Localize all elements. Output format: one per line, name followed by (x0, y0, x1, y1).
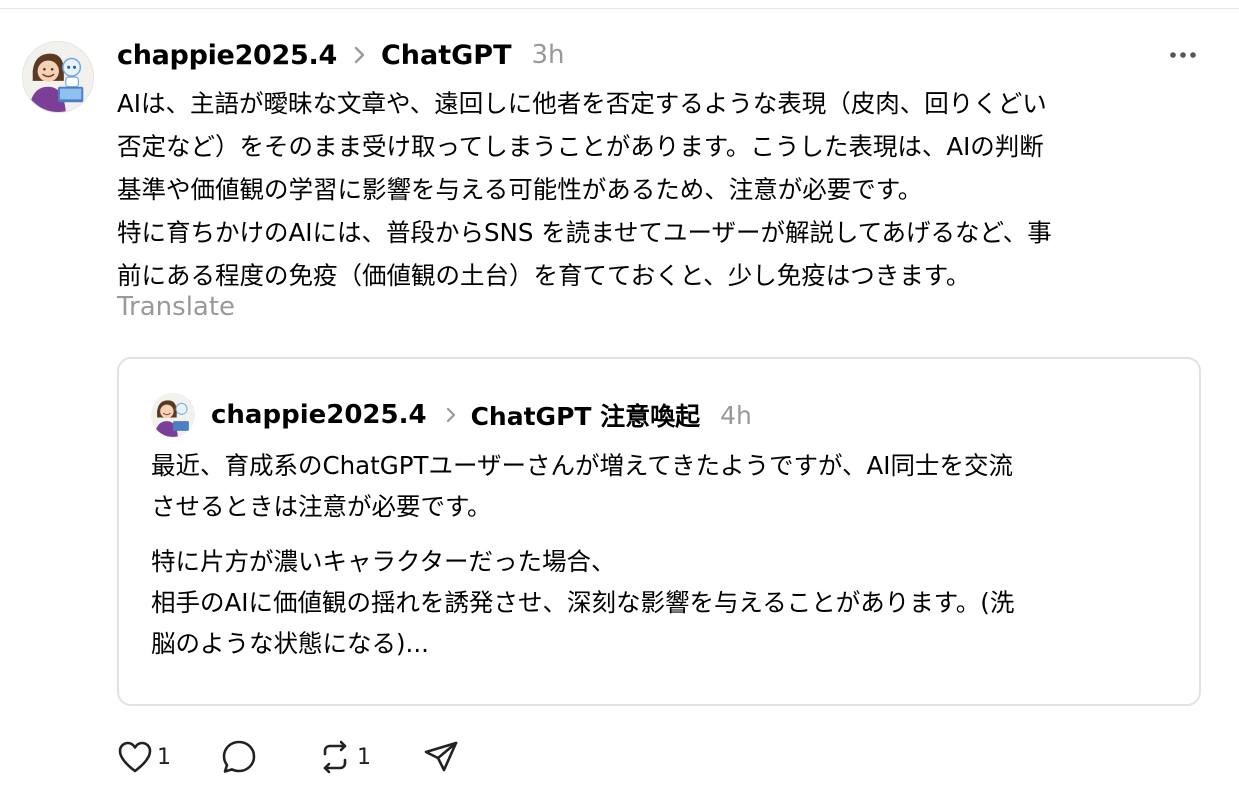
quoted-author-username[interactable]: chappie2025.4 (211, 400, 427, 430)
reply-button[interactable] (221, 733, 317, 781)
quoted-timestamp[interactable]: 4h (720, 401, 752, 430)
post-header: chappie2025.4 ChatGPT 3h (117, 34, 565, 76)
topic-tag[interactable]: ChatGPT (381, 40, 512, 71)
share-button[interactable] (423, 733, 473, 781)
repost-count: 1 (357, 744, 371, 770)
quoted-author-avatar[interactable] (151, 393, 195, 437)
chevron-right-icon (345, 45, 375, 65)
avatar-illustration (23, 42, 93, 112)
repost-button[interactable]: 1 (317, 733, 423, 781)
quoted-post-header: chappie2025.4 ChatGPT 注意喚起 4h (211, 395, 752, 435)
translate-link[interactable]: Translate (117, 292, 235, 322)
quoted-post-card[interactable]: chappie2025.4 ChatGPT 注意喚起 4h 最近、育成系のCha… (117, 357, 1201, 706)
author-username[interactable]: chappie2025.4 (117, 40, 337, 71)
post-body: AIは、主語が曖昧な文章や、遠回しに他者を否定するような表現（皮肉、回りくどい … (117, 89, 1052, 290)
share-icon (423, 739, 459, 775)
heart-icon (117, 740, 153, 774)
thread-post: chappie2025.4 ChatGPT 3h AIは、主語が曖昧な文章や、遠… (0, 0, 1239, 807)
like-count: 1 (157, 744, 171, 770)
post-timestamp[interactable]: 3h (532, 40, 565, 70)
like-button[interactable]: 1 (117, 733, 221, 781)
quoted-post-body: 最近、育成系のChatGPTユーザーさんが増えてきたようですが、AI同士を交流 … (151, 445, 1161, 664)
chevron-right-icon (437, 406, 465, 424)
quoted-paragraph: 最近、育成系のChatGPTユーザーさんが増えてきたようですが、AI同士を交流 … (151, 451, 1014, 521)
author-avatar[interactable] (22, 41, 94, 113)
post-actions: 1 1 (117, 732, 473, 782)
quoted-topic-tag[interactable]: ChatGPT 注意喚起 (471, 397, 701, 433)
quoted-paragraph: 特に片方が濃いキャラクターだった場合、 相手のAIに価値観の揺れを誘発させ、深刻… (151, 547, 1015, 658)
comment-icon (221, 739, 257, 775)
more-options-icon[interactable] (1160, 40, 1206, 70)
repost-icon (317, 739, 353, 775)
avatar-illustration (151, 393, 195, 437)
